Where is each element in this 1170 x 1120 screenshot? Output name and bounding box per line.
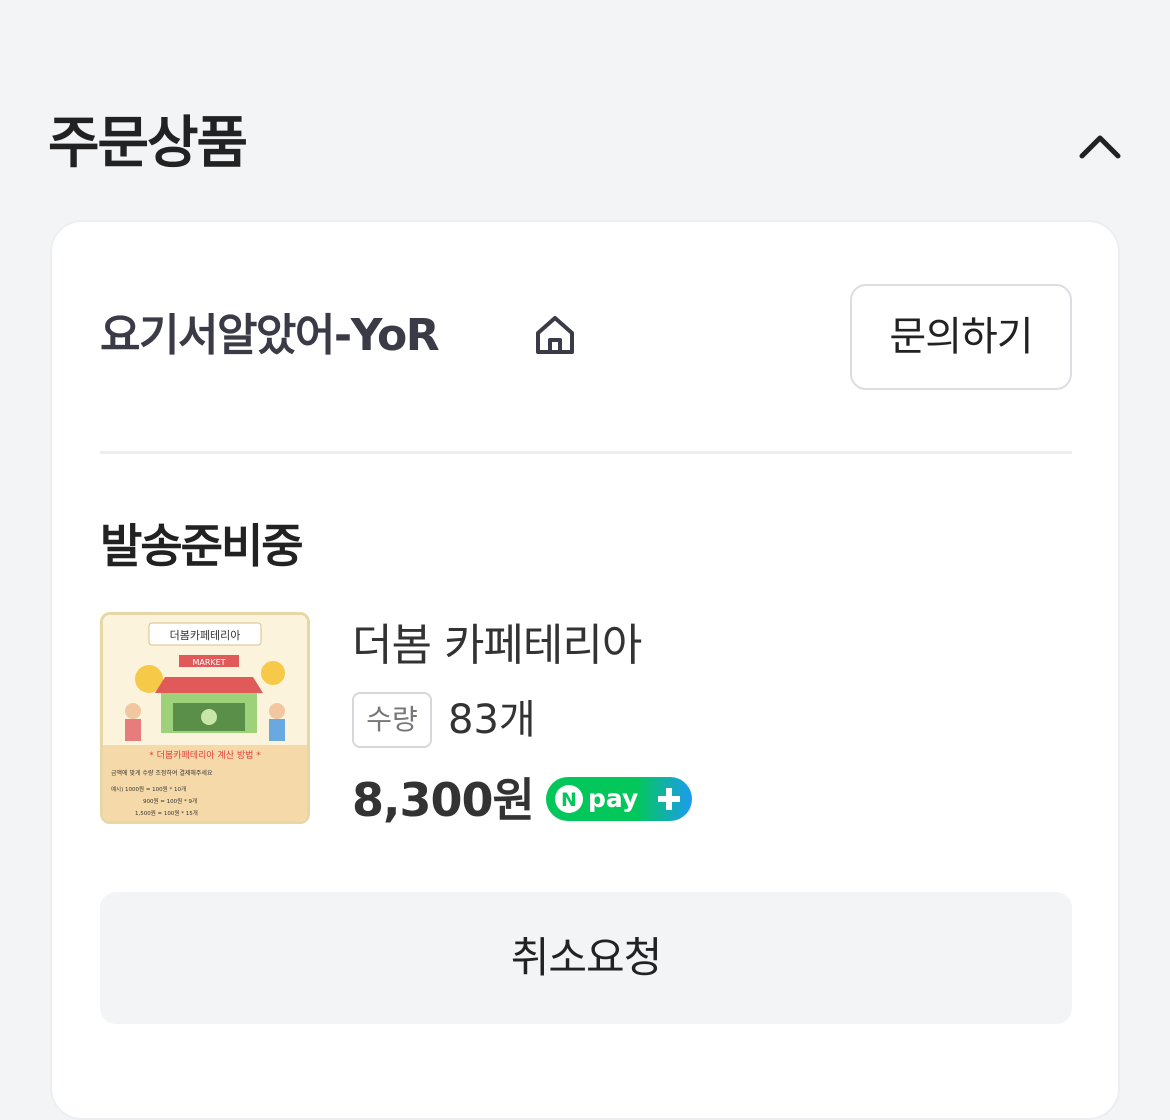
npay-plus-badge: N pay [546, 777, 692, 821]
chevron-up-icon[interactable] [1076, 122, 1124, 170]
thumb-market-text: MARKET [192, 658, 225, 667]
order-status: 발송준비중 [100, 519, 304, 573]
product-thumbnail[interactable]: 더봄카페테리아 MARKET * 더봄카페테리아 계산 방법 * 금액에 맞게 … [100, 612, 310, 824]
thumb-banner-text: 더봄카페테리아 [170, 629, 241, 642]
section-title: 주문상품 [48, 111, 248, 176]
inquiry-button[interactable]: 문의하기 [850, 284, 1072, 390]
cancel-request-button[interactable]: 취소요청 [100, 892, 1072, 1024]
divider [100, 451, 1072, 454]
thumb-line-3: 900원 = 100원 * 9개 [143, 797, 197, 805]
thumb-line-2: 예시) 1000원 = 100원 * 10개 [111, 785, 186, 793]
product-name[interactable]: 더봄 카페테리아 [352, 618, 642, 674]
thumb-headline: * 더봄카페테리아 계산 방법 * [149, 749, 261, 761]
order-card: 요기서알았어-YoR 문의하기 발송준비중 더봄카페테리아 MARKET * 더… [50, 220, 1120, 1120]
product-price: 8,300원 [352, 773, 535, 827]
quantity-badge: 수량 [352, 692, 432, 748]
order-items-header[interactable]: 주문상품 [48, 108, 1124, 180]
thumb-line-1: 금액에 맞게 수량 조정하여 결제해주세요 [111, 769, 213, 777]
seller-name[interactable]: 요기서알았어-YoR [100, 308, 440, 364]
home-icon[interactable] [532, 312, 578, 358]
seller-row: 요기서알았어-YoR 문의하기 [100, 284, 1072, 392]
svg-text:pay: pay [588, 784, 638, 813]
thumb-line-4: 1,500원 = 100원 * 15개 [135, 809, 198, 817]
quantity-value: 83개 [448, 697, 536, 743]
svg-text:N: N [561, 789, 577, 811]
